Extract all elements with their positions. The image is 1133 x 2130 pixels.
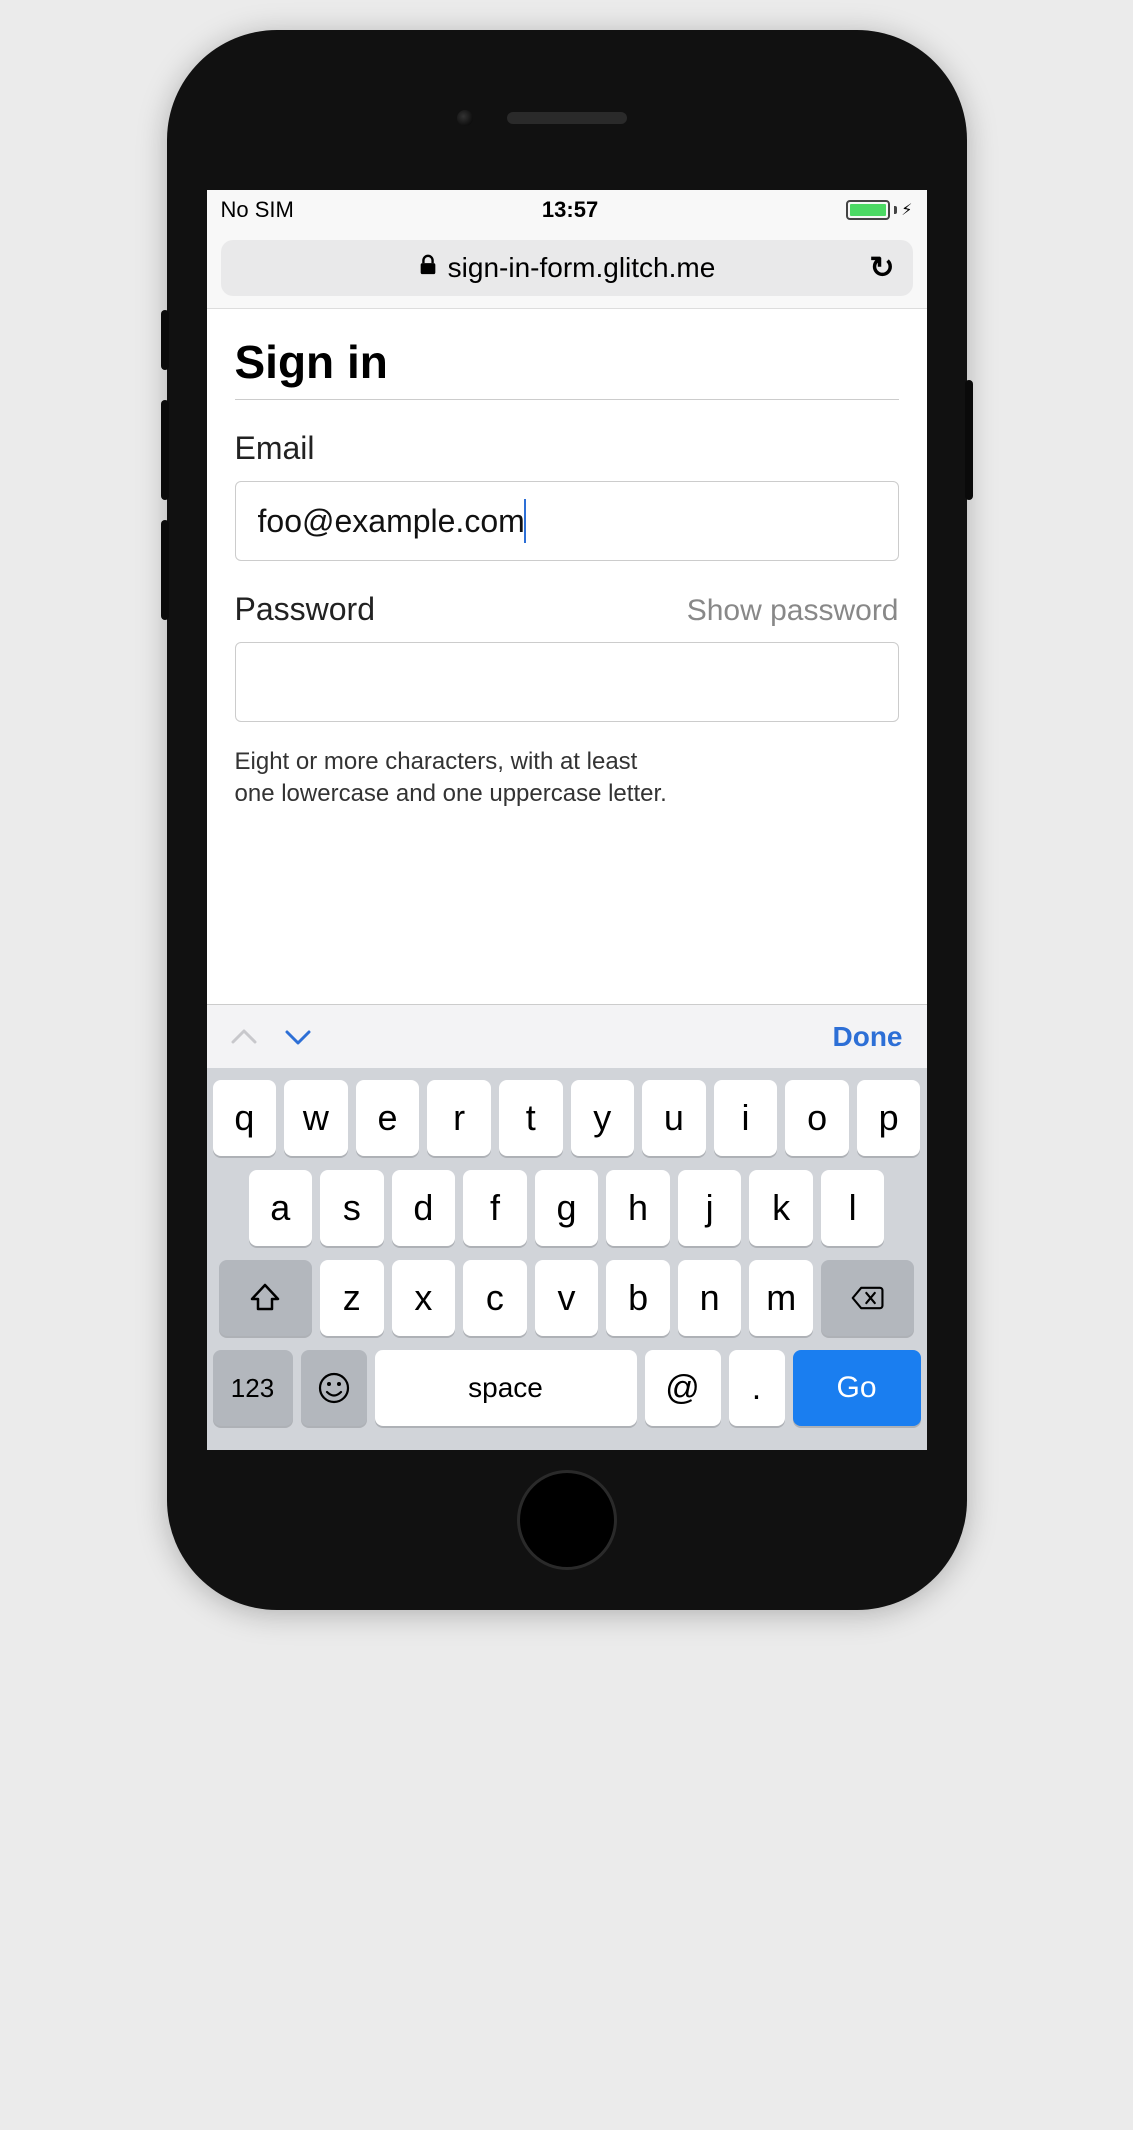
key-k[interactable]: k (749, 1170, 813, 1246)
browser-chrome: sign-in-form.glitch.me ↻ (207, 230, 927, 309)
address-url: sign-in-form.glitch.me (448, 252, 716, 284)
page-title: Sign in (235, 335, 899, 400)
key-f[interactable]: f (463, 1170, 527, 1246)
text-cursor (524, 499, 526, 543)
phone-frame: No SIM 13:57 ⚡︎ sign-in-form.glitch.me ↻… (167, 30, 967, 1610)
backspace-key[interactable] (821, 1260, 914, 1336)
key-p[interactable]: p (857, 1080, 921, 1156)
email-input-wrap (235, 481, 899, 561)
key-a[interactable]: a (249, 1170, 313, 1246)
screen: No SIM 13:57 ⚡︎ sign-in-form.glitch.me ↻… (207, 190, 927, 1450)
key-l[interactable]: l (821, 1170, 885, 1246)
password-field[interactable] (235, 642, 899, 722)
lock-icon (418, 254, 438, 282)
phone-power-button (965, 380, 973, 500)
shift-key[interactable] (219, 1260, 312, 1336)
key-j[interactable]: j (678, 1170, 742, 1246)
key-d[interactable]: d (392, 1170, 456, 1246)
key-x[interactable]: x (392, 1260, 456, 1336)
key-b[interactable]: b (606, 1260, 670, 1336)
space-key[interactable]: space (375, 1350, 637, 1426)
key-m[interactable]: m (749, 1260, 813, 1336)
phone-volume-up (161, 400, 169, 500)
prev-field-button (231, 1020, 257, 1054)
battery-icon (846, 200, 890, 220)
address-bar[interactable]: sign-in-form.glitch.me ↻ (221, 240, 913, 296)
show-password-button[interactable]: Show password (687, 594, 899, 628)
status-bar: No SIM 13:57 ⚡︎ (207, 190, 927, 230)
keyboard: qwertyuiop asdfghjkl zxcvbnm 123 space @… (207, 1068, 927, 1450)
phone-camera (457, 110, 473, 126)
phone-volume-down (161, 520, 169, 620)
key-e[interactable]: e (356, 1080, 420, 1156)
key-q[interactable]: q (213, 1080, 277, 1156)
status-time: 13:57 (542, 197, 598, 223)
keyboard-accessory: Done (207, 1004, 927, 1068)
password-label-row: Password Show password (235, 591, 899, 628)
reload-icon[interactable]: ↻ (869, 251, 894, 286)
key-o[interactable]: o (785, 1080, 849, 1156)
emoji-key[interactable] (301, 1350, 367, 1426)
phone-speaker (507, 112, 627, 124)
status-battery: ⚡︎ (846, 200, 912, 220)
phone-mute-switch (161, 310, 169, 370)
key-i[interactable]: i (714, 1080, 778, 1156)
phone-home-button[interactable] (517, 1470, 617, 1570)
key-h[interactable]: h (606, 1170, 670, 1246)
go-key[interactable]: Go (793, 1350, 921, 1426)
email-label: Email (235, 430, 899, 467)
key-z[interactable]: z (320, 1260, 384, 1336)
key-y[interactable]: y (571, 1080, 635, 1156)
numbers-key[interactable]: 123 (213, 1350, 293, 1426)
page-content: Sign in Email Password Show password Eig… (207, 309, 927, 1004)
key-u[interactable]: u (642, 1080, 706, 1156)
key-t[interactable]: t (499, 1080, 563, 1156)
status-carrier: No SIM (221, 197, 294, 223)
password-label: Password (235, 591, 376, 628)
keyboard-done-button[interactable]: Done (833, 1021, 903, 1053)
key-w[interactable]: w (284, 1080, 348, 1156)
key-v[interactable]: v (535, 1260, 599, 1336)
key-g[interactable]: g (535, 1170, 599, 1246)
at-key[interactable]: @ (645, 1350, 721, 1426)
key-c[interactable]: c (463, 1260, 527, 1336)
password-hint: Eight or more characters, with at least … (235, 746, 899, 811)
key-s[interactable]: s (320, 1170, 384, 1246)
next-field-button[interactable] (285, 1020, 311, 1054)
email-field[interactable] (235, 481, 899, 561)
dot-key[interactable]: . (729, 1350, 785, 1426)
key-r[interactable]: r (427, 1080, 491, 1156)
charging-icon: ⚡︎ (901, 200, 912, 220)
key-n[interactable]: n (678, 1260, 742, 1336)
